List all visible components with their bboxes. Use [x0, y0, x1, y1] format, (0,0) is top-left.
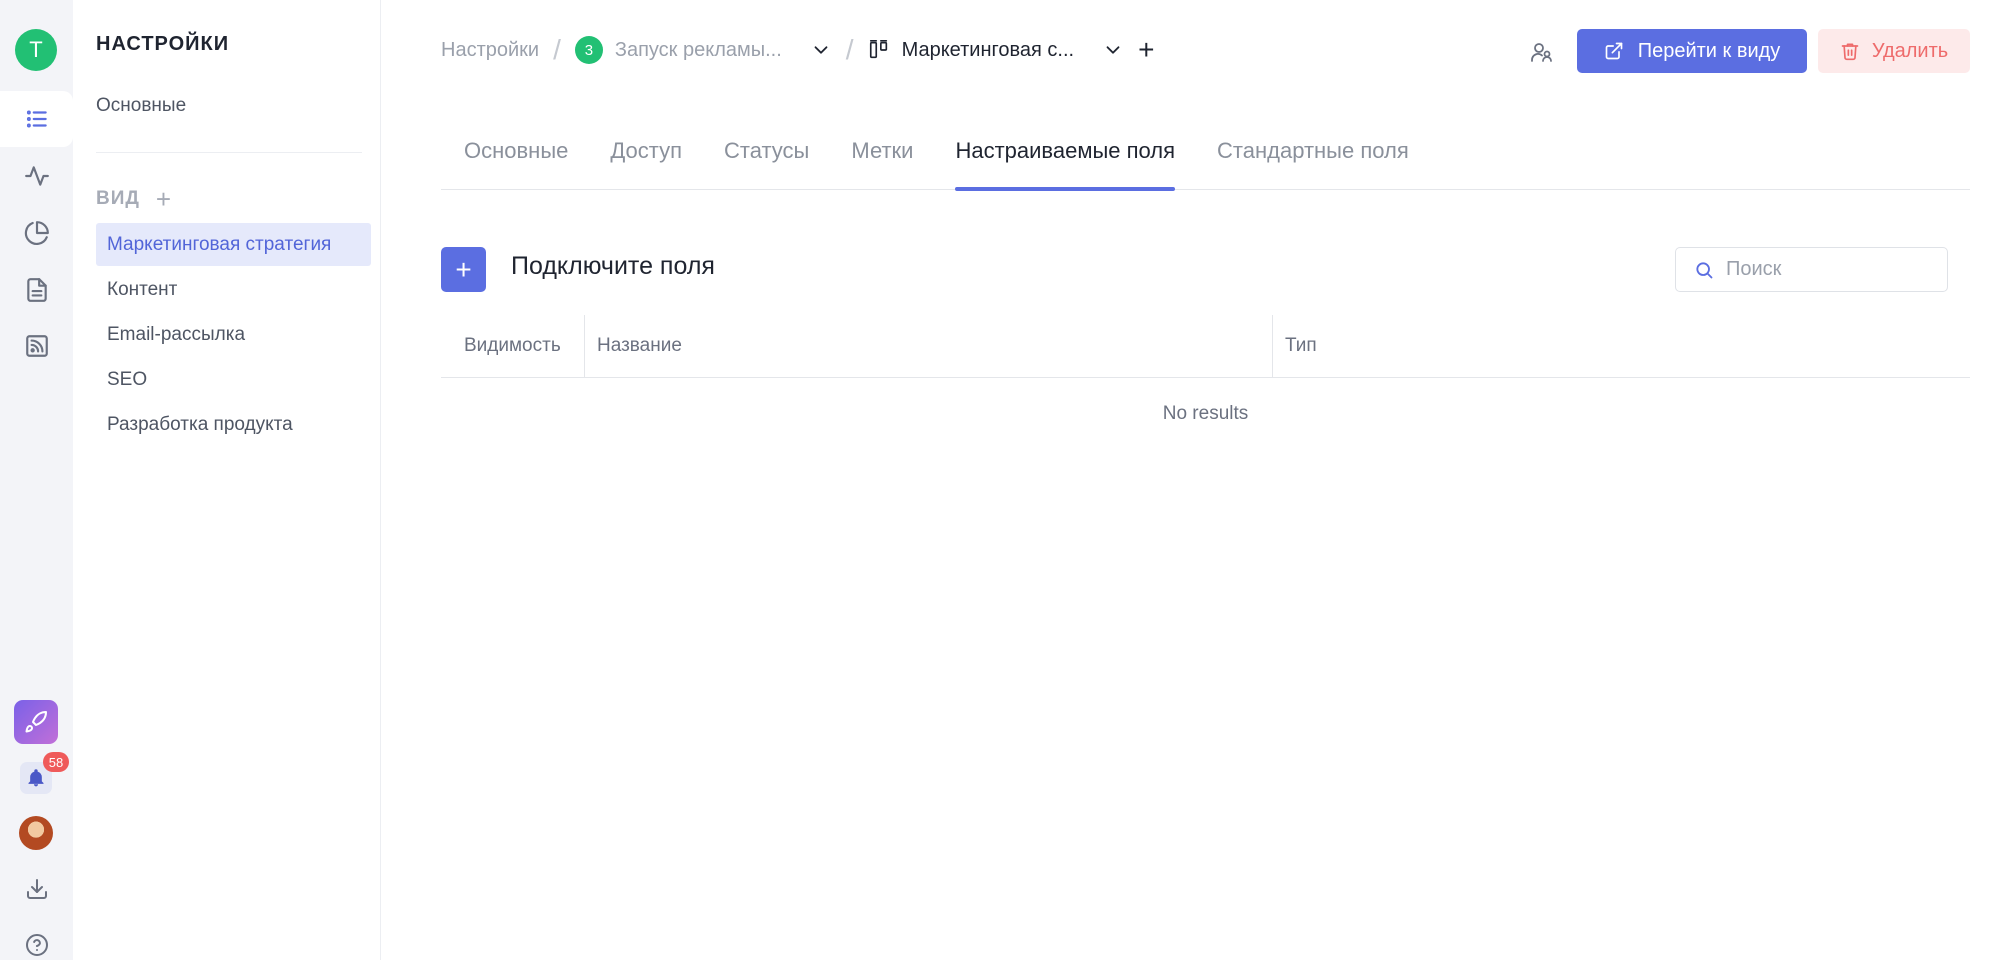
tab-access[interactable]: Доступ — [610, 132, 682, 190]
tab-custom-fields[interactable]: Настраиваемые поля — [955, 132, 1175, 191]
column-header-name[interactable]: Название — [585, 315, 1273, 377]
document-icon — [26, 278, 47, 302]
rss-icon — [25, 335, 48, 357]
upgrade-button[interactable] — [14, 700, 58, 744]
settings-sidebar: НАСТРОЙКИ Основные ВИД + Маркетинговая с… — [73, 0, 381, 960]
help-icon — [26, 934, 48, 956]
sidebar-title: НАСТРОЙКИ — [96, 33, 230, 55]
tab-statuses[interactable]: Статусы — [724, 132, 809, 190]
fields-table: Видимость Название Тип No results — [441, 315, 1970, 425]
chevron-down-icon[interactable] — [1102, 39, 1124, 61]
add-field-button[interactable]: + — [441, 247, 486, 292]
main-content: Настройки / 3 Запуск рекламы... / Маркет… — [381, 0, 2000, 960]
breadcrumb-separator: / — [845, 34, 854, 65]
rail-docs-button[interactable] — [0, 262, 73, 318]
external-link-icon — [1605, 42, 1623, 60]
delete-label: Удалить — [1871, 39, 1949, 62]
column-header-type[interactable]: Тип — [1273, 315, 1970, 377]
view-list: Маркетинговая стратегия Контент Email-ра… — [96, 223, 371, 448]
rail-list-button[interactable] — [0, 91, 73, 147]
view-section-label: ВИД — [96, 188, 140, 209]
board-icon — [869, 40, 887, 59]
breadcrumb-separator: / — [553, 34, 561, 65]
rail-reports-button[interactable] — [0, 205, 73, 261]
rocket-icon — [25, 710, 47, 733]
rail-feed-button[interactable] — [0, 318, 73, 374]
user-avatar[interactable] — [19, 816, 53, 850]
empty-state: No results — [1162, 403, 1249, 424]
list-icon — [26, 110, 47, 128]
tab-standard-fields[interactable]: Стандартные поля — [1217, 132, 1409, 190]
tab-general[interactable]: Основные — [464, 132, 568, 190]
delete-button[interactable]: Удалить — [1818, 29, 1970, 73]
table-header: Видимость Название Тип — [441, 315, 1970, 378]
add-view-icon[interactable]: + — [156, 186, 172, 212]
members-icon[interactable] — [1530, 40, 1554, 64]
tab-labels[interactable]: Метки — [851, 132, 913, 190]
search-icon — [1696, 261, 1713, 278]
trash-icon — [1841, 43, 1859, 61]
project-number-badge: 3 — [574, 36, 603, 64]
column-header-visibility[interactable]: Видимость — [441, 315, 585, 377]
notifications-badge: 58 — [43, 752, 69, 772]
activity-icon — [24, 166, 49, 186]
search-box[interactable] — [1675, 247, 1948, 292]
download-button[interactable] — [22, 874, 52, 904]
breadcrumb: Настройки / 3 Запуск рекламы... / Маркет… — [441, 30, 1154, 70]
sidebar-item-view[interactable]: Email-рассылка — [96, 313, 371, 356]
open-view-button[interactable]: Перейти к виду — [1577, 29, 1807, 73]
add-icon[interactable]: + — [1138, 36, 1154, 64]
sidebar-item-view[interactable]: SEO — [96, 358, 371, 401]
section-title: Подключите поля — [511, 252, 715, 280]
sidebar-item-view[interactable]: Разработка продукта — [96, 403, 371, 446]
pie-chart-icon — [24, 221, 49, 245]
breadcrumb-root[interactable]: Настройки — [441, 39, 539, 62]
workspace-avatar[interactable]: T — [15, 29, 57, 71]
bell-icon — [28, 769, 44, 787]
sidebar-view-section: ВИД + — [96, 186, 172, 212]
settings-tabs: Основные Доступ Статусы Метки Настраивае… — [441, 132, 1970, 191]
rail-activity-button[interactable] — [0, 148, 73, 204]
search-input[interactable] — [1726, 258, 1926, 281]
sidebar-item-view[interactable]: Маркетинговая стратегия — [96, 223, 371, 266]
sidebar-item-general[interactable]: Основные — [96, 95, 186, 117]
chevron-down-icon[interactable] — [810, 39, 832, 61]
icon-rail: T 58 — [0, 0, 73, 960]
sidebar-item-view[interactable]: Контент — [96, 268, 371, 311]
download-icon — [27, 879, 47, 899]
open-view-label: Перейти к виду — [1637, 39, 1781, 62]
breadcrumb-view[interactable]: Маркетинговая с... — [902, 39, 1075, 62]
sidebar-divider — [96, 152, 362, 153]
help-button[interactable] — [22, 930, 52, 960]
breadcrumb-project[interactable]: Запуск рекламы... — [615, 39, 782, 62]
